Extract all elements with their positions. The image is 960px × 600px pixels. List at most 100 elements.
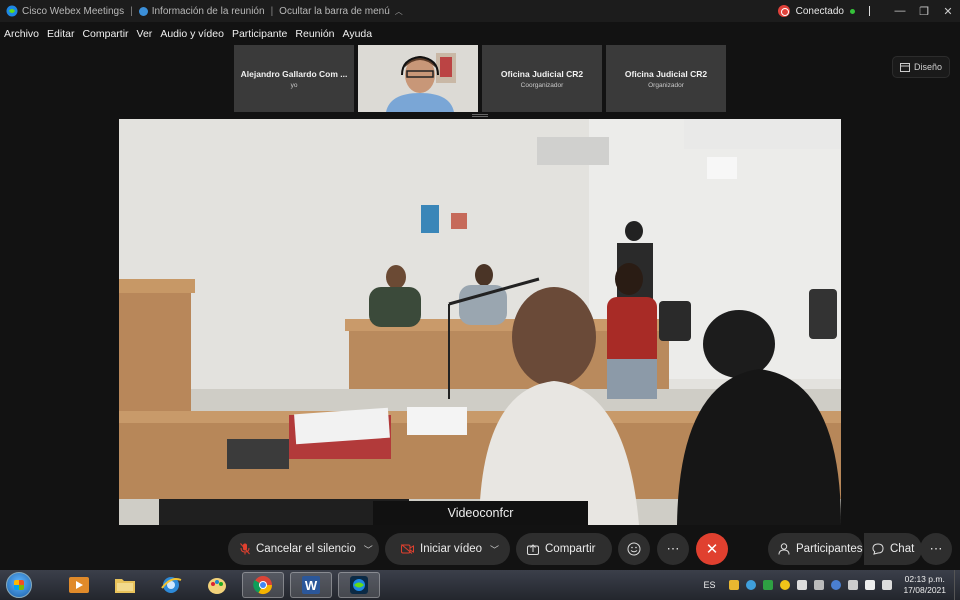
leave-meeting-button[interactable]: ✕ [696,533,728,565]
meeting-info-label: Información de la reunión [151,5,265,17]
menu-compartir[interactable]: Compartir [82,28,128,40]
tray-app-icon[interactable] [746,580,757,590]
network-icon[interactable] [865,580,876,590]
meeting-controls: Cancelar el silencio ﹀ Iniciar vídeo ﹀ C… [0,533,960,565]
main-video-stage [119,119,841,525]
participants-button[interactable]: Participantes [768,533,863,565]
media-player-taskbar-button[interactable] [58,572,100,598]
participant-role: Organizador [648,81,684,89]
participant-video [358,45,478,112]
hide-menu-button[interactable]: Ocultar la barra de menú ︿ [279,6,403,17]
menu-ver[interactable]: Ver [137,28,153,40]
app-name: Cisco Webex Meetings [22,5,125,17]
clock-date: 17/08/2021 [903,585,946,595]
folder-icon [115,579,135,593]
reactions-button[interactable] [618,533,650,565]
layout-button[interactable]: Diseño [892,56,950,78]
chat-label: Chat [890,543,915,555]
chevron-down-icon[interactable]: ﹀ [490,543,499,556]
close-window-button[interactable]: ✕ [936,5,960,18]
more-icon: ⋯ [929,541,943,556]
menu-archivo[interactable]: Archivo [4,28,39,40]
participant-name: Oficina Judicial CR2 [624,68,708,79]
participant-role: Coorganizador [520,81,564,89]
connection-status: Conectado [795,5,844,17]
participant-tile[interactable]: Alejandro Gallardo Com ... yo [234,45,354,112]
webex-window: Cisco Webex Meetings | Información de la… [0,0,960,600]
panel-more-button[interactable]: ⋯ [920,533,952,565]
show-desktop-button[interactable] [954,570,960,600]
share-icon [527,543,539,555]
menu-reunion[interactable]: Reunión [295,28,334,40]
webex-icon [350,576,368,594]
close-icon: ✕ [705,541,719,558]
active-speaker-label: Videoconfcr [373,501,588,525]
participant-video-tile[interactable] [358,45,478,112]
minimize-button[interactable]: — [888,5,912,17]
start-video-label: Iniciar vídeo [420,543,483,555]
participant-name: Alejandro Gallardo Com ... [240,68,348,79]
info-icon [138,6,148,16]
tray-app-icon[interactable] [797,580,808,590]
more-options-button[interactable]: ⋯ [657,533,689,565]
system-tray: ES 02:13 p.m. 17/08/2021 [703,570,960,600]
volume-icon[interactable] [848,580,859,590]
svg-text:W: W [305,578,318,593]
webex-taskbar-button[interactable] [338,572,380,598]
meeting-info-button[interactable]: Información de la reunión [138,5,265,17]
participant-name: Oficina Judicial CR2 [500,68,584,79]
language-indicator[interactable]: ES [703,580,715,590]
paint-icon [208,578,226,594]
chat-button[interactable]: Chat [864,533,922,565]
tray-app-icon[interactable] [780,580,791,590]
connection-icon [777,5,790,17]
share-label: Compartir [545,543,596,555]
restore-button[interactable]: ❐ [912,5,936,18]
participant-tile[interactable]: Oficina Judicial CR2 Coorganizador [482,45,602,112]
title-bar: Cisco Webex Meetings | Información de la… [0,0,960,22]
word-icon: W [302,576,320,594]
tray-app-icon[interactable] [814,580,825,590]
participant-tile[interactable]: Oficina Judicial CR2 Organizador [606,45,726,112]
chevron-down-icon[interactable]: ﹀ [364,543,373,556]
hide-menu-label: Ocultar la barra de menú [279,5,390,17]
more-icon: ⋯ [666,541,680,556]
ie-taskbar-button[interactable] [150,572,192,598]
shield-icon[interactable] [763,580,774,590]
title-separator: | [130,5,133,17]
internet-explorer-icon [161,577,182,593]
layout-icon [899,62,910,72]
participant-strip: Alejandro Gallardo Com ... yo Oficina Ju… [234,45,726,112]
status-dot-icon [850,8,855,14]
chrome-taskbar-button[interactable] [242,572,284,598]
menu-ayuda[interactable]: Ayuda [343,28,373,40]
resize-handle[interactable] [472,114,488,117]
clock-time: 02:13 p.m. [904,574,945,584]
menu-editar[interactable]: Editar [47,28,74,40]
explorer-taskbar-button[interactable] [104,572,146,598]
title-bar-right: Conectado — ❐ ✕ [777,0,960,22]
title-divider [869,6,870,16]
chevron-up-icon: ︿ [394,6,403,16]
start-button[interactable] [6,572,32,598]
menu-bar: Archivo Editar Compartir Ver Audio y víd… [0,24,376,44]
layout-label: Diseño [913,62,942,72]
share-button[interactable]: Compartir [516,533,612,565]
unmute-label: Cancelar el silencio [256,543,356,555]
paint-taskbar-button[interactable] [196,572,238,598]
menu-participante[interactable]: Participante [232,28,287,40]
webex-logo-icon [6,5,18,17]
video-off-icon [401,544,414,554]
menu-audio-video[interactable]: Audio y vídeo [160,28,224,40]
chrome-icon [253,576,272,595]
chat-bubble-icon [872,543,884,555]
word-taskbar-button[interactable]: W [290,572,332,598]
bluetooth-icon[interactable] [831,580,842,590]
tray-app-icon[interactable] [729,580,740,590]
clock[interactable]: 02:13 p.m. 17/08/2021 [903,574,946,596]
start-video-button[interactable]: Iniciar vídeo ﹀ [385,533,510,565]
emoji-icon [627,542,641,556]
action-center-flag-icon[interactable] [882,580,893,590]
courtroom-video [119,119,841,525]
unmute-button[interactable]: Cancelar el silencio ﹀ [228,533,379,565]
